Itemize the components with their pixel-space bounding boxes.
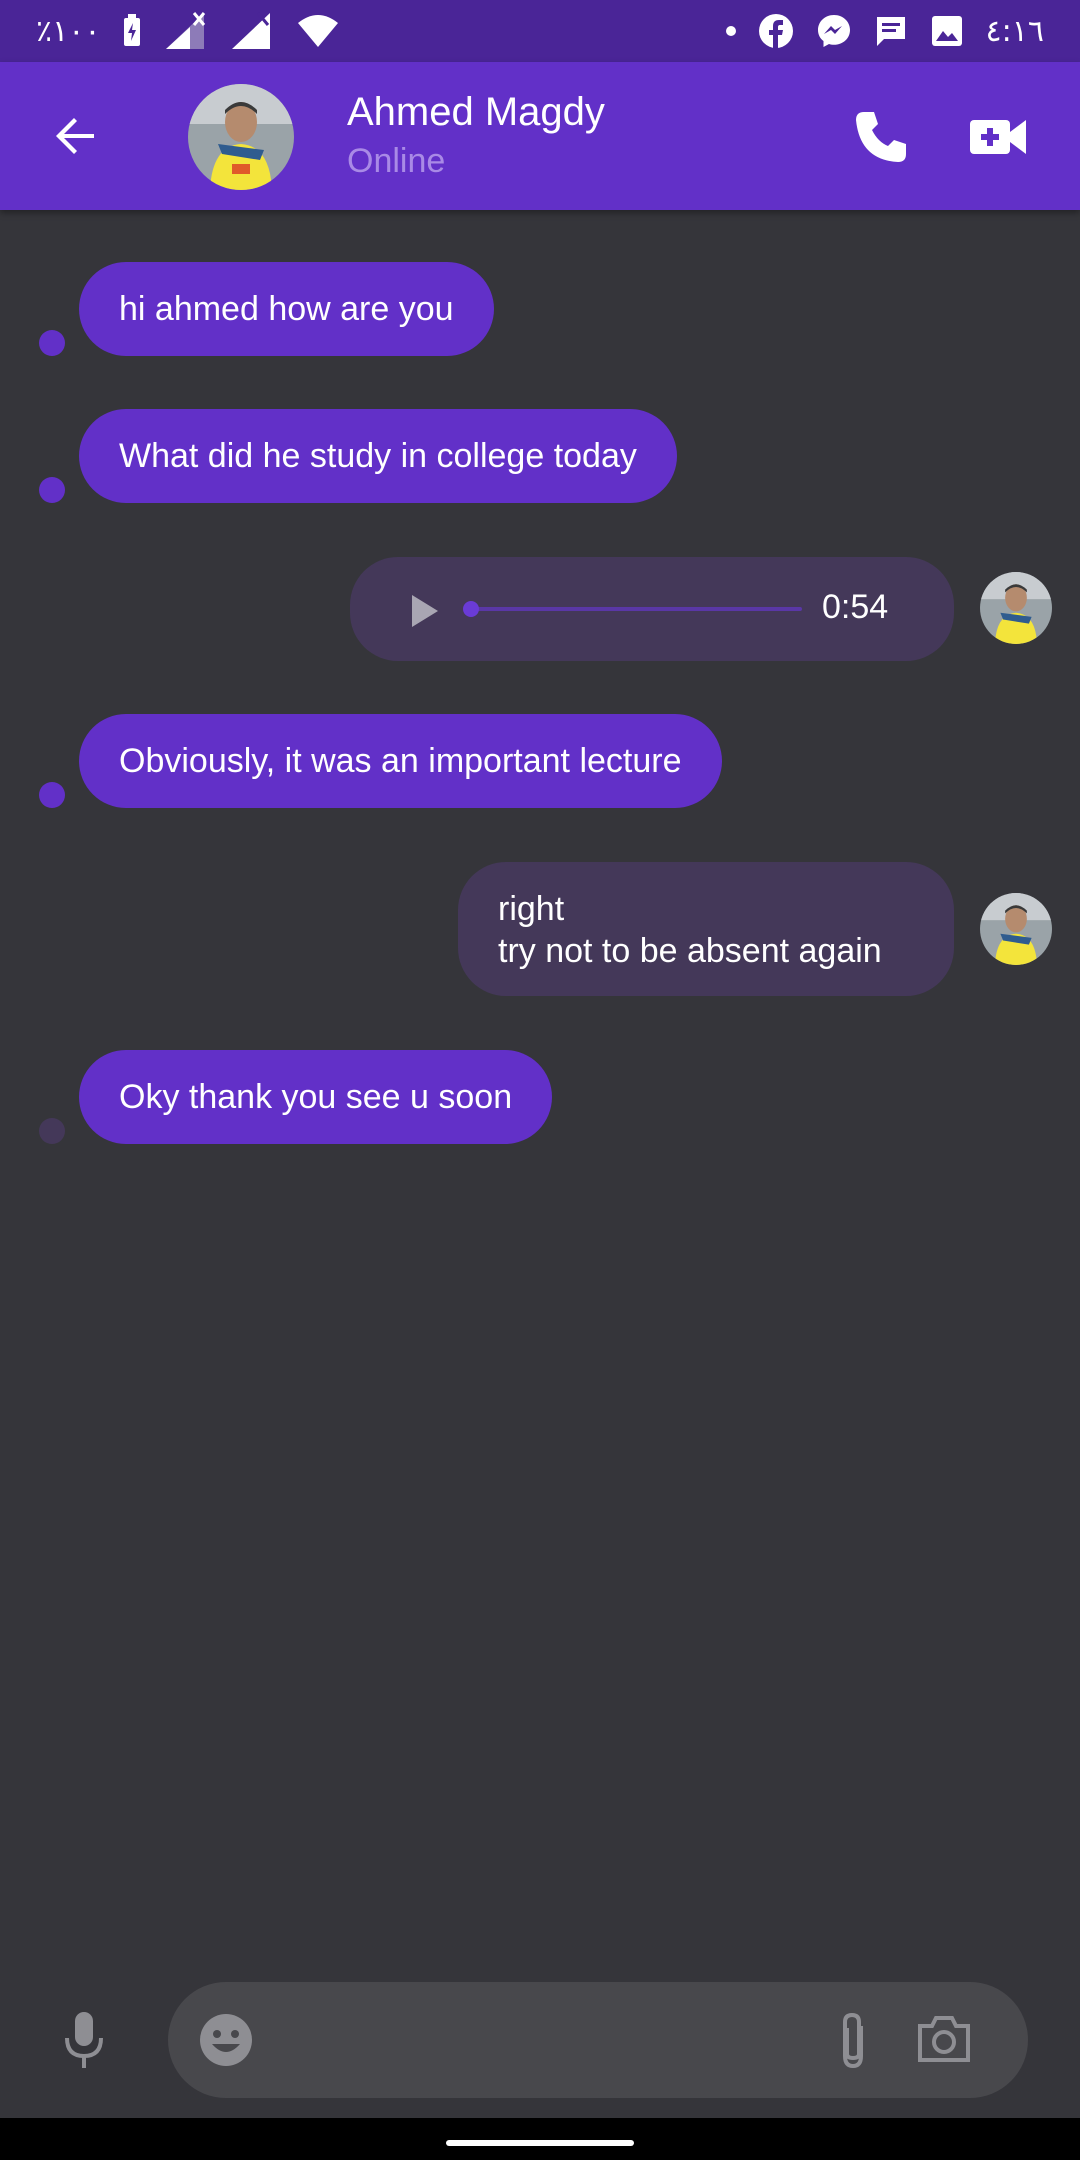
video-call-icon[interactable] xyxy=(968,108,1028,166)
audio-progress-track[interactable] xyxy=(470,607,802,611)
message-text: hi ahmed how are you xyxy=(119,289,454,328)
contact-status: Online xyxy=(347,142,446,180)
facebook-icon xyxy=(758,14,793,49)
battery-charging-icon xyxy=(124,14,141,46)
notification-dot-icon xyxy=(725,26,736,36)
navigation-bar xyxy=(0,2118,1080,2160)
attach-icon[interactable] xyxy=(828,2008,878,2074)
message-bubble-incoming[interactable]: hi ahmed how are you xyxy=(79,262,494,356)
message-input[interactable] xyxy=(278,2006,838,2074)
message-line: try not to be absent again xyxy=(498,932,882,970)
back-arrow-icon[interactable] xyxy=(48,108,104,164)
contact-avatar[interactable] xyxy=(188,84,294,190)
chat-header: Ahmed Magdy Online xyxy=(0,62,1080,210)
incoming-dot xyxy=(39,477,65,503)
status-left: ٪١٠٠ xyxy=(36,11,340,51)
signal-icon xyxy=(232,12,271,49)
contact-name: Ahmed Magdy xyxy=(347,90,605,134)
message-bubble-outgoing[interactable]: right try not to be absent again xyxy=(458,862,954,996)
play-icon[interactable] xyxy=(404,591,444,631)
camera-icon[interactable] xyxy=(914,2010,974,2070)
status-time: ٤:١٦ xyxy=(985,13,1044,49)
phone-icon[interactable] xyxy=(852,108,910,166)
incoming-dot xyxy=(39,330,65,356)
battery-percent: ٪١٠٠ xyxy=(36,13,101,49)
status-bar: ٪١٠٠ ٤:١٦ xyxy=(0,0,1080,62)
message-line: right xyxy=(498,890,565,928)
message-text: Obviously, it was an important lecture xyxy=(119,741,682,780)
message-input-box xyxy=(168,1982,1028,2098)
message-icon xyxy=(876,17,905,46)
message-text: What did he study in college today xyxy=(119,436,637,475)
audio-duration: 0:54 xyxy=(822,588,889,626)
messenger-icon xyxy=(817,15,850,47)
composer xyxy=(0,1960,1080,2120)
incoming-dot xyxy=(39,782,65,808)
image-icon xyxy=(931,16,962,46)
home-indicator[interactable] xyxy=(446,2140,634,2146)
sender-avatar[interactable] xyxy=(980,893,1052,965)
status-right: ٤:١٦ xyxy=(725,13,1044,49)
message-bubble-incoming[interactable]: What did he study in college today xyxy=(79,409,677,503)
sender-avatar[interactable] xyxy=(980,572,1052,644)
signal-icon xyxy=(166,12,206,49)
message-bubble-incoming[interactable]: Obviously, it was an important lecture xyxy=(79,714,722,808)
audio-message-bubble: 0:54 xyxy=(350,557,954,661)
message-text: Oky thank you see u soon xyxy=(119,1077,513,1116)
wifi-icon xyxy=(298,15,339,47)
message-bubble-incoming[interactable]: Oky thank you see u soon xyxy=(79,1050,553,1144)
audio-progress-handle[interactable] xyxy=(463,601,479,617)
mic-icon[interactable] xyxy=(58,2010,110,2070)
incoming-dot xyxy=(39,1118,65,1144)
emoji-icon[interactable] xyxy=(198,2012,254,2068)
